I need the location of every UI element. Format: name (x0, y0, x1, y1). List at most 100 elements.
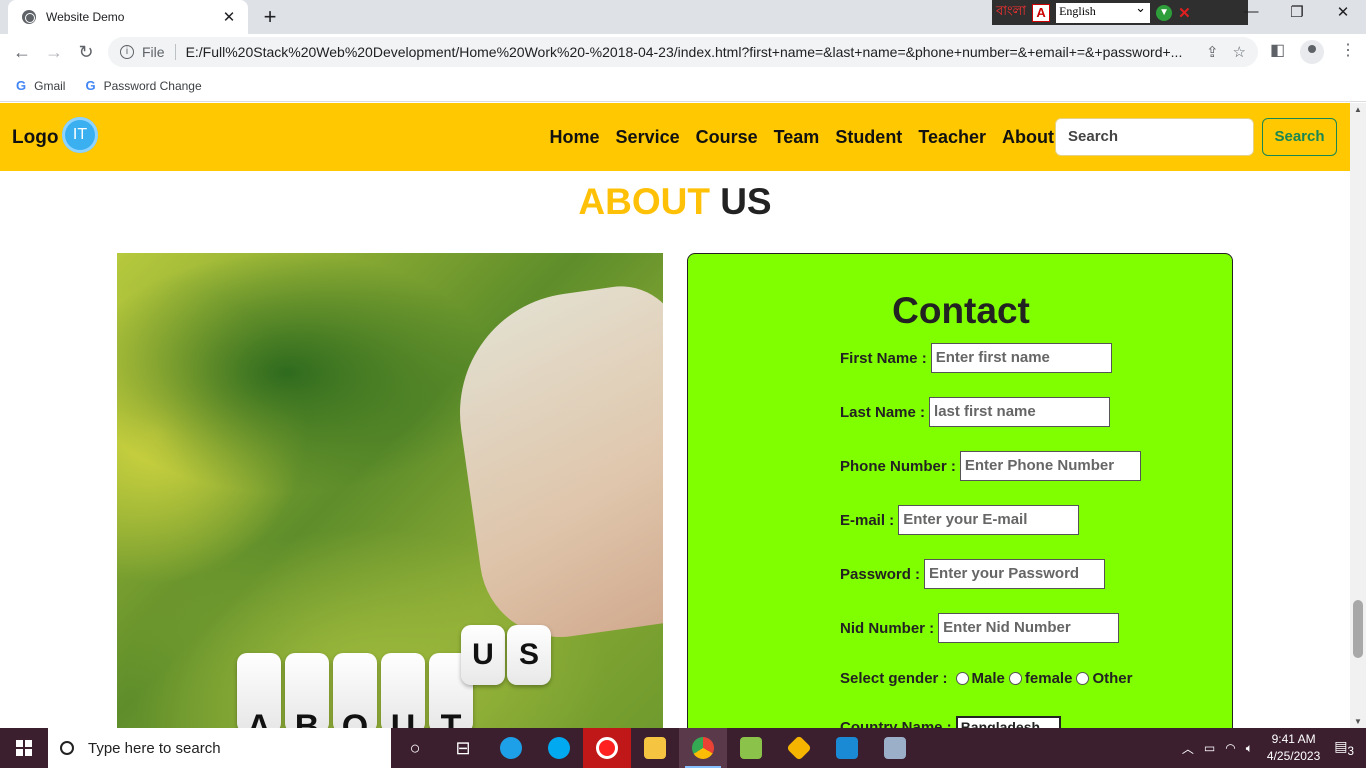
page-scrollbar[interactable]: ▲ ▼ (1350, 103, 1366, 728)
email-label: E-mail : (840, 511, 895, 529)
bookmark-password-change[interactable]: G Password Change (85, 78, 201, 93)
new-tab-button[interactable]: + (258, 4, 282, 30)
die: U (381, 653, 425, 728)
tab-close-icon[interactable]: ✕ (220, 8, 238, 26)
password-row: Password : Enter your Password (840, 559, 1106, 589)
phone-input[interactable]: Enter Phone Number (959, 451, 1141, 481)
country-select[interactable]: Bangladesh ⌄ (955, 716, 1061, 728)
last-name-label: Last Name : (840, 403, 926, 421)
network-app-icon[interactable] (871, 728, 919, 768)
profile-avatar-icon[interactable] (1300, 40, 1324, 64)
bookmarks-bar: G Gmail G Password Change (0, 70, 1366, 102)
skype-icon[interactable] (535, 728, 583, 768)
wifi-icon[interactable]: ◠ (1225, 741, 1235, 755)
menu-course[interactable]: Course (696, 127, 758, 148)
gender-radio-female[interactable] (1008, 672, 1022, 685)
clock-time: 9:41 AM (1271, 732, 1316, 746)
start-button[interactable] (0, 728, 48, 768)
menu-student[interactable]: Student (835, 127, 902, 148)
taskbar-search-box[interactable]: Type here to search (48, 728, 391, 768)
gender-radio-other[interactable] (1076, 672, 1090, 685)
bangla-label[interactable]: বাংলা (996, 2, 1026, 23)
notification-count: 3 (1347, 744, 1354, 758)
chevron-up-icon[interactable]: ︿ (1182, 740, 1194, 757)
about-us-heading: ABOUT US (0, 181, 1350, 223)
font-a-icon[interactable]: A (1032, 3, 1051, 22)
scroll-up-icon[interactable]: ▲ (1350, 105, 1366, 114)
site-search-input[interactable]: Search (1055, 118, 1254, 156)
forward-icon[interactable]: → (38, 42, 70, 63)
heading-about: ABOUT (578, 181, 710, 222)
menu-team[interactable]: Team (774, 127, 820, 148)
google-icon: G (85, 78, 96, 93)
site-logo-badge[interactable]: IT (62, 117, 98, 153)
windows-taskbar: Type here to search ○ ⊟ ︿ ▭ ◠ 🔈︎ 9:41 AM… (0, 728, 1366, 768)
task-view-icon[interactable]: ⊟ (439, 728, 487, 768)
back-icon[interactable]: ← (6, 42, 38, 63)
side-panel-icon[interactable]: ◧ (1270, 40, 1285, 60)
phone-label: Phone Number : (840, 457, 956, 475)
first-name-input[interactable]: Enter first name (930, 343, 1112, 373)
reload-icon[interactable]: ↻ (70, 42, 102, 63)
menu-teacher[interactable]: Teacher (918, 127, 986, 148)
scroll-thumb[interactable] (1353, 600, 1363, 658)
gender-label: Select gender : (840, 670, 948, 687)
die: B (285, 653, 329, 728)
site-menu: Home Service Course Team Student Teacher… (550, 127, 1054, 148)
url-text[interactable]: E:/Full%20Stack%20Web%20Development/Home… (186, 44, 1192, 60)
country-label: Country Name : (840, 718, 952, 729)
language-select[interactable]: English (1056, 0, 1151, 23)
address-bar[interactable]: i File E:/Full%20Stack%20Web%20Developme… (108, 37, 1258, 67)
battery-icon[interactable]: ▭ (1204, 741, 1215, 755)
tab-title: Website Demo (46, 10, 125, 24)
git-icon[interactable] (775, 728, 823, 768)
notification-icon[interactable]: ▤3 (1334, 738, 1354, 758)
password-label: Password : (840, 565, 921, 583)
info-icon[interactable]: i (120, 45, 134, 59)
chrome-icon[interactable] (679, 728, 727, 768)
nid-label: Nid Number : (840, 619, 935, 637)
volume-icon[interactable]: 🔈︎ (1246, 741, 1253, 756)
last-name-row: Last Name : last first name (840, 397, 1111, 427)
gender-radio-male[interactable] (955, 672, 969, 685)
first-name-row: First Name : Enter first name (840, 343, 1112, 373)
gender-row: Select gender : Male female Other (840, 670, 1132, 687)
bookmark-star-icon[interactable]: ☆ (1233, 43, 1246, 61)
menu-about[interactable]: About (1002, 127, 1054, 148)
menu-service[interactable]: Service (616, 127, 680, 148)
scroll-down-icon[interactable]: ▼ (1350, 717, 1366, 726)
password-input[interactable]: Enter your Password (924, 559, 1106, 589)
close-extension-icon[interactable]: ✕ (1178, 4, 1191, 22)
menu-kebab-icon[interactable]: ⋮ (1340, 40, 1356, 60)
taskbar-clock[interactable]: 9:41 AM 4/25/2023 (1267, 731, 1320, 765)
email-input[interactable]: Enter your E-mail (898, 505, 1080, 535)
nid-input[interactable]: Enter Nid Number (938, 613, 1120, 643)
clock-date: 4/25/2023 (1266, 749, 1321, 763)
first-name-label: First Name : (840, 349, 927, 367)
nid-row: Nid Number : Enter Nid Number (840, 613, 1120, 643)
url-scheme-label: File (142, 44, 165, 60)
site-logo-text[interactable]: Logo (12, 127, 58, 149)
download-icon[interactable]: ▼ (1156, 4, 1173, 21)
browser-tab[interactable]: Website Demo ✕ (8, 0, 248, 34)
bookmark-gmail[interactable]: G Gmail (16, 78, 65, 93)
minimize-icon[interactable]: — (1228, 3, 1274, 20)
file-explorer-icon[interactable] (631, 728, 679, 768)
site-search-button[interactable]: Search (1262, 118, 1337, 156)
share-icon[interactable]: ⇪ (1206, 43, 1219, 61)
menu-home[interactable]: Home (550, 127, 600, 148)
cortana-icon[interactable]: ○ (391, 728, 439, 768)
edge-icon[interactable] (487, 728, 535, 768)
restore-icon[interactable]: ❐ (1274, 3, 1320, 21)
last-name-input[interactable]: last first name (929, 397, 1111, 427)
window-close-icon[interactable]: ✕ (1320, 3, 1366, 21)
country-selected-value: Bangladesh (960, 719, 1041, 728)
site-navbar: Logo IT Home Service Course Team Student… (0, 103, 1350, 171)
notepad-icon[interactable] (727, 728, 775, 768)
about-dice: A B O U T (237, 653, 473, 728)
page-viewport: Logo IT Home Service Course Team Student… (0, 103, 1350, 728)
google-icon: G (16, 78, 27, 93)
contact-title: Contact (892, 290, 1030, 331)
vscode-icon[interactable] (823, 728, 871, 768)
opera-icon[interactable] (583, 728, 631, 768)
